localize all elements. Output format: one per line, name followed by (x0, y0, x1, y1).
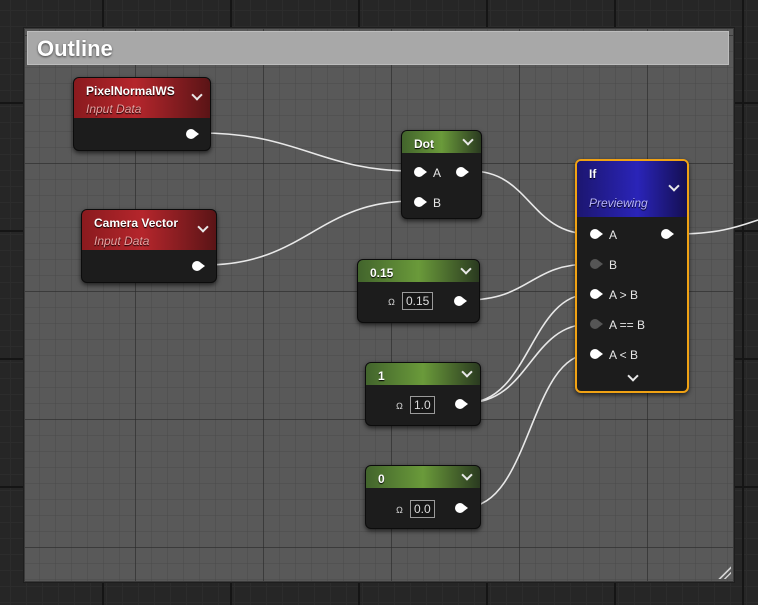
x-scalar-icon: Ω (396, 400, 403, 411)
wire-pixelnormal-to-dot-a (199, 132, 414, 172)
chevron-down-icon[interactable] (460, 470, 474, 484)
wire-1-to-if-aeqb (465, 323, 591, 404)
chevron-down-icon[interactable] (459, 264, 473, 278)
value-field[interactable]: 1.0 (409, 396, 435, 414)
node-constant-015[interactable]: 0.15 Ω 0.15 (357, 259, 480, 323)
value-field[interactable]: 0.0 (409, 500, 435, 518)
pin-label-a: A (609, 228, 618, 242)
value-field[interactable]: 0.15 (401, 292, 434, 310)
input-pin-b[interactable] (590, 258, 603, 270)
chevron-down-icon[interactable] (190, 90, 204, 104)
node-camera-vector[interactable]: Camera Vector Input Data (81, 209, 217, 283)
input-pin-a-eq-b[interactable] (590, 318, 603, 330)
input-pin-a[interactable] (414, 166, 427, 178)
chevron-down-icon[interactable] (461, 135, 475, 149)
node-subtitle: Input Data (86, 102, 142, 116)
node-dot[interactable]: Dot A B (401, 130, 482, 219)
chevron-down-icon[interactable] (196, 222, 210, 236)
wire-0-to-if-altb (465, 353, 591, 508)
node-pixelnormalws[interactable]: PixelNormalWS Input Data (73, 77, 211, 151)
pin-label-a-lt-b: A < B (609, 348, 639, 362)
expand-chevron-icon[interactable] (626, 371, 640, 385)
wire-dot-to-if-a (470, 170, 591, 235)
wire-015-to-if-b (465, 263, 591, 301)
output-pin[interactable] (455, 502, 468, 514)
node-if[interactable]: If Previewing A B A > B A == B A < B (575, 159, 689, 393)
input-pin-a-gt-b[interactable] (590, 288, 603, 300)
x-scalar-icon: Ω (396, 504, 403, 515)
input-pin-a[interactable] (590, 228, 603, 240)
output-pin[interactable] (186, 128, 199, 140)
x-scalar-icon: Ω (388, 296, 395, 307)
node-subtitle: Input Data (94, 234, 150, 248)
input-pin-a-lt-b[interactable] (590, 348, 603, 360)
input-pin-b[interactable] (414, 196, 427, 208)
node-constant-1[interactable]: 1 Ω 1.0 (365, 362, 481, 426)
wire-1-to-if-agtb (465, 293, 591, 404)
pin-label-b: B (609, 258, 618, 272)
wire-camera-to-dot-b (204, 200, 414, 266)
chevron-down-icon[interactable] (460, 367, 474, 381)
output-pin[interactable] (192, 260, 205, 272)
output-pin[interactable] (456, 166, 469, 178)
node-constant-0[interactable]: 0 Ω 0.0 (365, 465, 481, 529)
chevron-down-icon[interactable] (667, 181, 681, 195)
output-pin[interactable] (455, 398, 468, 410)
node-title: If (589, 167, 597, 181)
pin-label-a-gt-b: A > B (609, 288, 639, 302)
pin-label-a-eq-b: A == B (609, 318, 646, 332)
node-subtitle: Previewing (589, 196, 648, 210)
output-pin[interactable] (454, 295, 467, 307)
pin-label-a: A (433, 166, 442, 180)
pin-label-b: B (433, 196, 442, 210)
output-pin[interactable] (661, 228, 674, 240)
